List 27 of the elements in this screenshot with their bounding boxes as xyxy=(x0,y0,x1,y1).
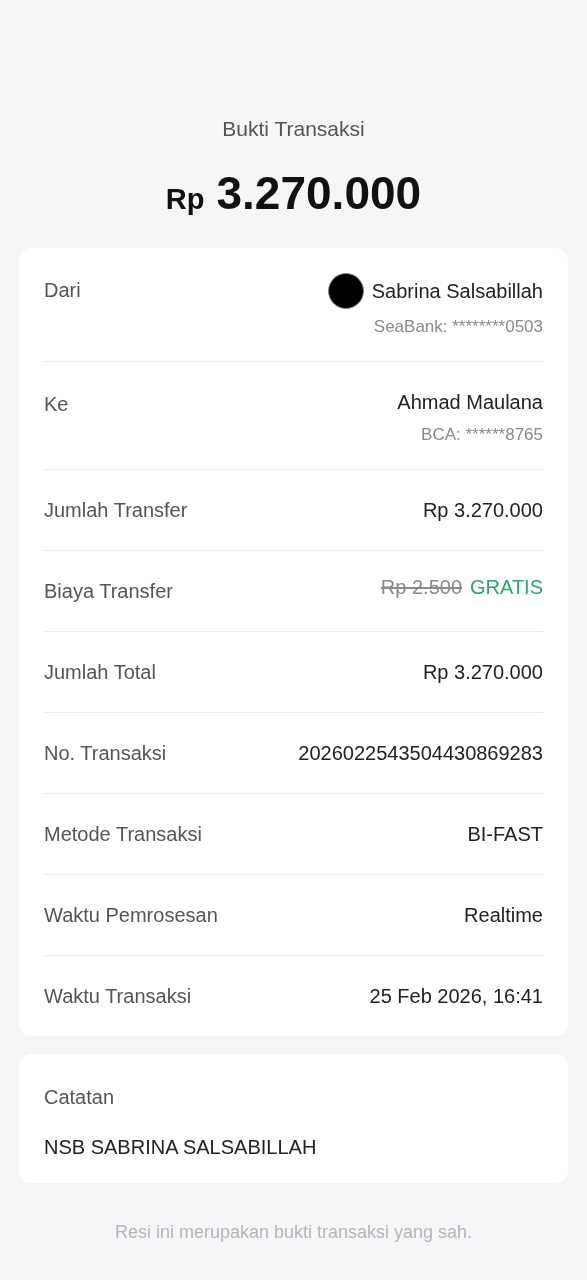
detail-value: 25 Feb 2026, 16:41 xyxy=(369,983,543,1009)
detail-label: Biaya Transfer xyxy=(44,578,173,604)
detail-label: No. Transaksi xyxy=(44,740,167,766)
detail-value: BI-FAST xyxy=(467,821,543,847)
detail-label: Dari xyxy=(44,277,81,303)
detail-label: Waktu Transaksi xyxy=(44,983,192,1009)
total-amount: 3.270.000 xyxy=(216,165,422,221)
page-title: Bukti Transaksi xyxy=(222,116,365,142)
detail-value: 2026022543504430869283 xyxy=(298,740,543,766)
detail-value: Rp 3.270.000 xyxy=(422,659,543,685)
party-name: Ahmad Maulana xyxy=(397,389,543,415)
notes-label: Catatan xyxy=(44,1084,116,1110)
currency: Rp xyxy=(165,181,205,217)
detail-value: Realtime xyxy=(464,902,543,928)
detail-label: Jumlah Transfer xyxy=(44,497,188,523)
notes-text: NSB SABRINA SALSABILLAH xyxy=(44,1134,318,1160)
party-name: Sabrina Salsabillah xyxy=(371,278,543,304)
detail-label: Ke xyxy=(44,391,69,417)
detail-value: Rp 3.270.000 xyxy=(422,497,543,523)
detail-label: Waktu Pemrosesan xyxy=(44,902,218,928)
account-number: BCA: ******8765 xyxy=(421,423,543,446)
account-number: SeaBank: ********0503 xyxy=(373,315,543,338)
original-fee: Rp 2.500 xyxy=(380,574,463,600)
footer-note: Resi ini merupakan bukti transaksi yang sah. xyxy=(114,1220,473,1244)
detail-label: Jumlah Total xyxy=(44,659,156,685)
free-label: GRATIS xyxy=(470,574,543,600)
detail-label: Metode Transaksi xyxy=(44,821,202,847)
